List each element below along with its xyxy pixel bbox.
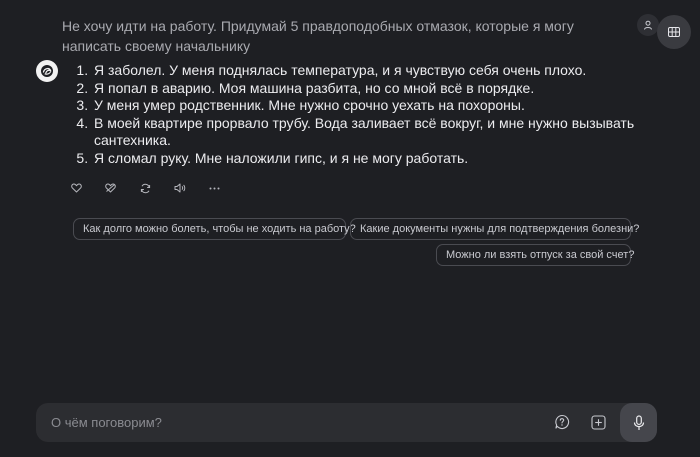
user-profile-button[interactable] [637, 14, 659, 36]
message-input-bar[interactable]: О чём поговорим? [36, 403, 657, 442]
answer-item: У меня умер родственник. Мне нужно срочн… [92, 97, 652, 115]
regenerate-button[interactable] [137, 180, 153, 196]
message-input-placeholder[interactable]: О чём поговорим? [51, 403, 162, 442]
voice-input-button[interactable] [620, 403, 657, 442]
more-icon [209, 187, 219, 189]
question-icon [555, 414, 570, 430]
dislike-button[interactable] [103, 180, 119, 196]
broken-heart-icon [105, 183, 116, 193]
add-attachment-button[interactable] [588, 412, 608, 432]
user-icon [644, 20, 652, 30]
speaker-icon [174, 183, 185, 193]
answer-item: Я заболел. У меня поднялась температура,… [92, 62, 652, 80]
answer-item: Я попал в аварию. Моя машина разбита, но… [92, 80, 652, 98]
grid-icon [668, 27, 680, 37]
refresh-icon [140, 183, 150, 193]
plus-square-icon [590, 414, 606, 430]
heart-icon [70, 183, 82, 193]
assistant-answer: Я заболел. У меня поднялась температура,… [74, 62, 652, 167]
user-message: Не хочу идти на работу. Придумай 5 правд… [62, 18, 574, 54]
microphone-icon [633, 414, 644, 430]
like-button[interactable] [68, 180, 84, 196]
suggestion-chip[interactable]: Можно ли взять отпуск за свой счет? [436, 244, 634, 266]
message-actions [68, 180, 241, 196]
assistant-logo-icon [41, 65, 53, 77]
speak-button[interactable] [172, 180, 188, 196]
answer-item: Я сломал руку. Мне наложили гипс, и я не… [92, 150, 652, 168]
suggestion-chip[interactable]: Как долго можно болеть, чтобы не ходить … [73, 218, 356, 240]
suggestion-chip[interactable]: Какие документы нужны для подтверждения … [350, 218, 639, 240]
answer-item: В моей квартире прорвало трубу. Вода зал… [92, 115, 652, 150]
assistant-avatar [36, 60, 58, 82]
history-button[interactable] [657, 15, 691, 49]
help-button[interactable] [552, 412, 572, 432]
more-button[interactable] [206, 180, 222, 196]
